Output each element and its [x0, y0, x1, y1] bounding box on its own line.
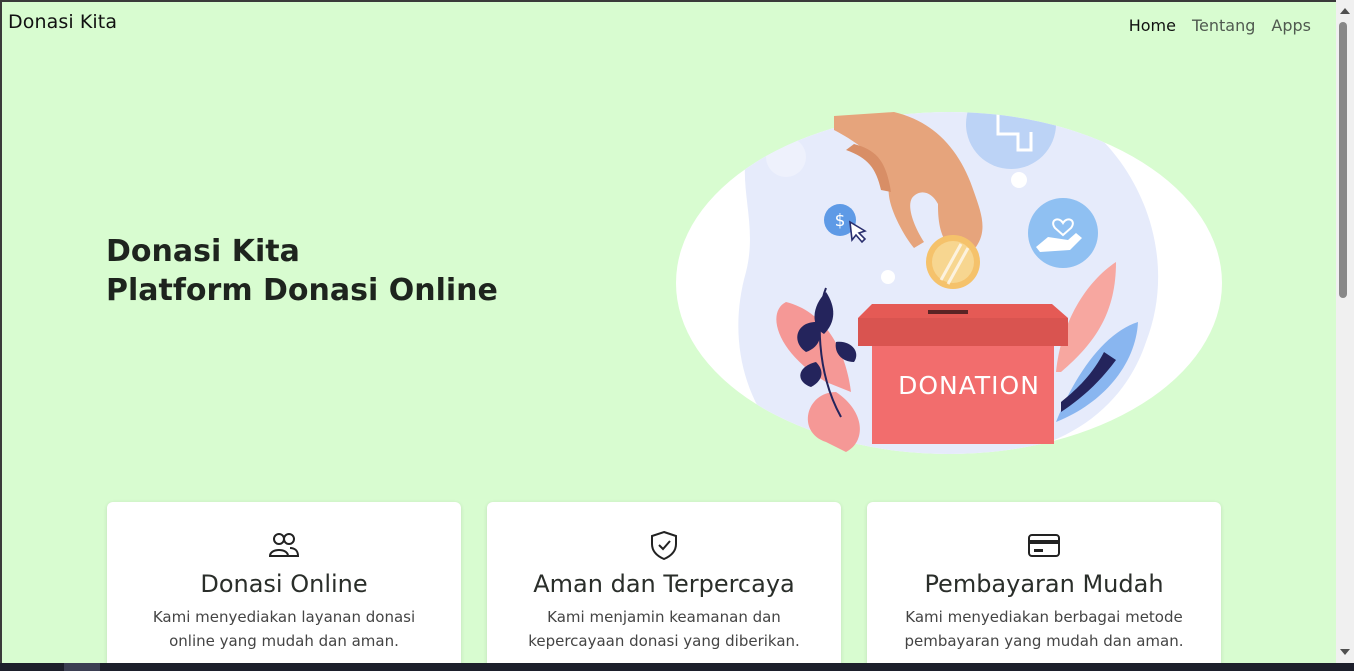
decor-dot [1011, 172, 1027, 188]
scroll-up-arrow-icon[interactable] [1340, 8, 1350, 14]
hero-title-line1: Donasi Kita [106, 234, 300, 269]
feature-title: Aman dan Terpercaya [533, 570, 795, 598]
hero-title: Donasi Kita Platform Donasi Online [106, 232, 498, 310]
features-section: Donasi Online Kami menyediakan layanan d… [107, 502, 1221, 663]
heart-hand-icon [1028, 198, 1098, 268]
donation-illustration: $ DONATION [676, 112, 1222, 454]
feature-title: Pembayaran Mudah [924, 570, 1164, 598]
vertical-scrollbar[interactable] [1336, 0, 1354, 663]
shield-check-icon [651, 530, 677, 560]
scrollbar-thumb[interactable] [1339, 22, 1347, 298]
page-viewport: Donasi Kita Home Tentang Apps Donasi Kit… [0, 0, 1336, 663]
decor-dot [881, 270, 895, 284]
feature-card-donasi-online: Donasi Online Kami menyediakan layanan d… [107, 502, 461, 663]
nav-home-link[interactable]: Home [1129, 16, 1176, 35]
feature-description: Kami menjamin keamanan dan kepercayaan d… [528, 608, 800, 650]
window-left-border [0, 0, 2, 663]
svg-text:$: $ [835, 211, 846, 231]
hero-title-line2: Platform Donasi Online [106, 273, 498, 308]
main-nav: Home Tentang Apps [1129, 16, 1311, 35]
feature-card-aman: Aman dan Terpercaya Kami menjamin keaman… [487, 502, 841, 663]
feature-description: Kami menyediakan berbagai metode pembaya… [904, 608, 1184, 650]
nav-apps-link[interactable]: Apps [1271, 16, 1311, 35]
feature-card-pembayaran: Pembayaran Mudah Kami menyediakan berbag… [867, 502, 1221, 663]
feature-description: Kami menyediakan layanan donasi online y… [152, 608, 416, 650]
taskbar-item[interactable] [64, 663, 100, 671]
window-top-border [0, 0, 1336, 2]
donation-box-label: DONATION [898, 371, 1040, 400]
donation-box: DONATION [858, 304, 1068, 444]
scroll-down-arrow-icon[interactable] [1340, 649, 1350, 655]
brand-logo[interactable]: Donasi Kita [8, 11, 117, 33]
nav-about-link[interactable]: Tentang [1192, 16, 1255, 35]
credit-card-icon [1028, 534, 1060, 557]
taskbar-strip [0, 663, 1354, 671]
coin-icon [926, 235, 980, 289]
feature-title: Donasi Online [200, 570, 368, 598]
decor-bubble [766, 137, 806, 177]
users-icon [268, 533, 300, 557]
